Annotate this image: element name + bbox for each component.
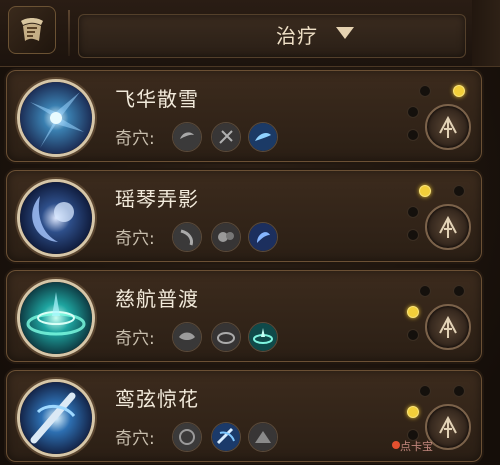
qixue-label: 奇穴: [115, 429, 155, 449]
talent-dot-1[interactable] [419, 185, 431, 197]
skill-card[interactable]: 飞华散雪 奇穴: [6, 70, 482, 162]
qixue-label: 奇穴: [115, 329, 155, 349]
skill-name: 慈航普渡 [115, 287, 199, 311]
qixue-slot-1-icon[interactable] [172, 122, 202, 152]
skill-panel: 治疗 飞华散雪 奇穴: 瑶琴弄影 奇穴: 慈航普渡 奇穴: 鸾弦惊花 奇穴: 点… [0, 0, 500, 465]
qixue-label: 奇穴: [115, 229, 155, 249]
equip-button[interactable] [425, 104, 471, 150]
talent-dot-4[interactable] [407, 129, 419, 141]
qixue-slot-3-icon[interactable] [248, 422, 278, 452]
scroll-icon[interactable] [8, 6, 56, 54]
talent-dot-1[interactable] [419, 85, 431, 97]
talent-dot-4[interactable] [407, 329, 419, 341]
talent-dot-2[interactable] [453, 385, 465, 397]
qixue-slot-3-icon[interactable] [248, 122, 278, 152]
talent-dot-3[interactable] [407, 206, 419, 218]
qixue-slot-1-icon[interactable] [172, 422, 202, 452]
equip-button[interactable] [425, 204, 471, 250]
talent-dot-2[interactable] [453, 85, 465, 97]
filter-label: 治疗 [276, 24, 318, 48]
skill-card[interactable]: 瑶琴弄影 奇穴: [6, 170, 482, 262]
skill-icon [17, 79, 95, 157]
skill-name: 鸾弦惊花 [115, 387, 199, 411]
talent-dot-3[interactable] [407, 406, 419, 418]
skill-name: 瑶琴弄影 [115, 187, 199, 211]
qixue-slot-2-icon[interactable] [211, 422, 241, 452]
skill-card[interactable]: 慈航普渡 奇穴: [6, 270, 482, 362]
talent-dot-1[interactable] [419, 385, 431, 397]
qixue-slot-2-icon[interactable] [211, 122, 241, 152]
qixue-slot-2-icon[interactable] [211, 322, 241, 352]
watermark-text: 点卡宝 [400, 440, 433, 453]
qixue-label: 奇穴: [115, 129, 155, 149]
dropdown-arrow-icon[interactable] [336, 27, 354, 39]
qixue-slot-3-icon[interactable] [248, 322, 278, 352]
qixue-slot-2-icon[interactable] [211, 222, 241, 252]
talent-dot-2[interactable] [453, 185, 465, 197]
skill-name: 飞华散雪 [115, 87, 199, 111]
talent-dot-3[interactable] [407, 106, 419, 118]
header-corner [472, 0, 500, 66]
header-divider [68, 10, 70, 56]
skill-icon [17, 379, 95, 457]
skill-icon [17, 179, 95, 257]
qixue-slot-1-icon[interactable] [172, 222, 202, 252]
skill-icon [17, 279, 95, 357]
header-bar: 治疗 [0, 0, 500, 67]
talent-dot-3[interactable] [407, 306, 419, 318]
talent-dot-1[interactable] [419, 285, 431, 297]
qixue-slot-3-icon[interactable] [248, 222, 278, 252]
filter-dropdown[interactable] [78, 14, 466, 58]
talent-dot-4[interactable] [407, 229, 419, 241]
equip-button[interactable] [425, 304, 471, 350]
qixue-slot-1-icon[interactable] [172, 322, 202, 352]
talent-dot-2[interactable] [453, 285, 465, 297]
watermark-logo-icon [392, 441, 400, 449]
